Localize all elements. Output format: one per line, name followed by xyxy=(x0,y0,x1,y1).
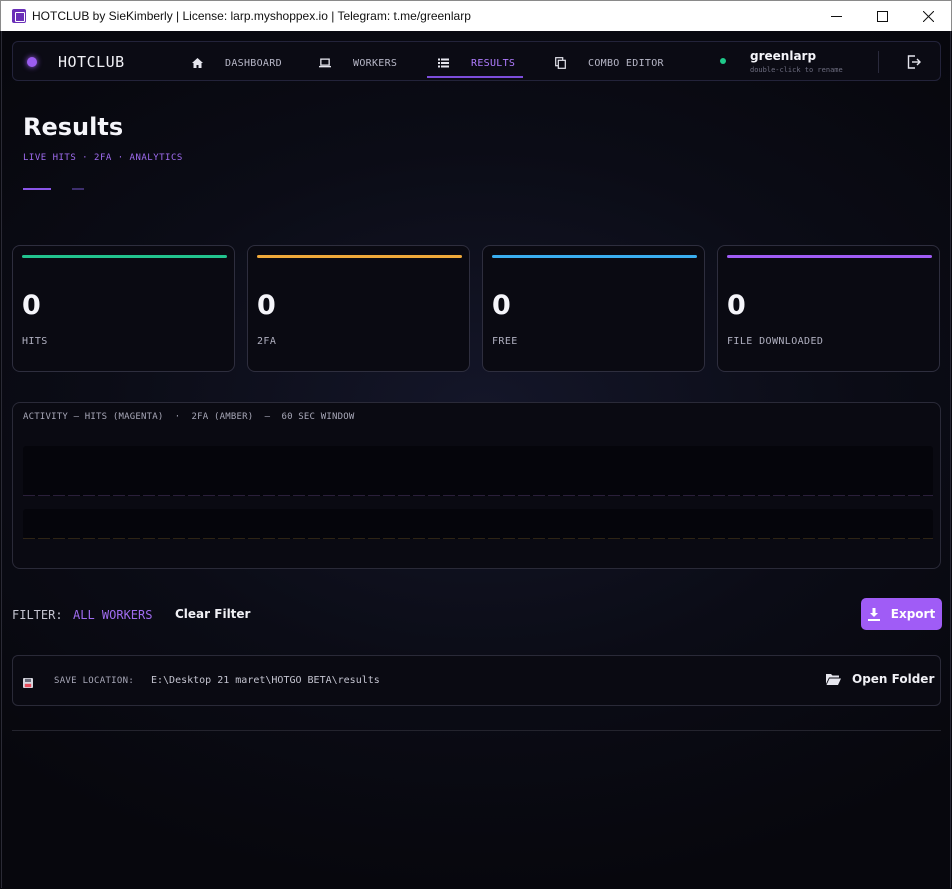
lane-ticks xyxy=(23,495,933,496)
stat-label: HITS xyxy=(22,336,48,347)
page-title: Results xyxy=(23,113,124,141)
activity-panel: ACTIVITY — HITS (MAGENTA) · 2FA (AMBER) … xyxy=(12,402,941,569)
export-button[interactable]: Export xyxy=(861,598,942,630)
save-location-panel: SAVE LOCATION: E:\Desktop 21 maret\HOTGO… xyxy=(12,655,941,706)
nav-item-combo-editor[interactable]: COMBO EDITOR xyxy=(554,50,664,76)
stat-value: 0 xyxy=(22,290,41,321)
open-folder-label: Open Folder xyxy=(852,672,935,686)
activity-lane-hits xyxy=(23,446,933,496)
stat-card-2fa: 0 2FA xyxy=(247,245,470,372)
stat-card-color-bar xyxy=(727,255,932,258)
logout-icon xyxy=(907,55,921,69)
brand-name: HOTCLUB xyxy=(58,53,125,71)
stat-value: 0 xyxy=(727,290,746,321)
list-icon xyxy=(437,57,449,69)
window-titlebar: HOTCLUB by SieKimberly | License: larp.m… xyxy=(0,0,952,31)
download-icon xyxy=(867,607,880,621)
maximize-icon xyxy=(876,10,888,22)
activity-label: ACTIVITY — HITS (MAGENTA) · 2FA (AMBER) … xyxy=(23,412,355,422)
minimize-icon xyxy=(830,15,842,17)
open-folder-button[interactable]: Open Folder xyxy=(826,672,934,686)
filter-label: FILTER: xyxy=(12,608,63,622)
stat-card-file-downloaded: 0 FILE DOWNLOADED xyxy=(717,245,940,372)
nav-label-results: RESULTS xyxy=(471,57,516,69)
app-icon xyxy=(12,9,26,23)
stat-card-hits: 0 HITS xyxy=(12,245,235,372)
activity-lane-2fa xyxy=(23,509,933,539)
stat-label: FREE xyxy=(492,336,518,347)
user-name[interactable]: greenlarp xyxy=(750,49,816,63)
nav-label-workers: WORKERS xyxy=(353,57,398,69)
save-location-path: E:\Desktop 21 maret\HOTGO BETA\results xyxy=(151,675,380,686)
nav-item-dashboard[interactable]: DASHBOARD xyxy=(191,50,282,76)
top-navbar: HOTCLUB DASHBOARD WORKERS RESULTS COMBO xyxy=(12,41,941,81)
laptop-icon xyxy=(319,57,331,69)
close-button[interactable] xyxy=(905,1,951,31)
filter-worker-select[interactable]: ALL WORKERS xyxy=(73,608,152,622)
save-location-label: SAVE LOCATION: xyxy=(54,676,135,686)
nav-item-workers[interactable]: WORKERS xyxy=(319,50,397,76)
nav-item-results[interactable]: RESULTS xyxy=(437,50,515,76)
export-button-label: Export xyxy=(890,607,936,621)
logout-button[interactable] xyxy=(907,54,923,70)
close-icon xyxy=(922,10,934,22)
app-body: HOTCLUB DASHBOARD WORKERS RESULTS COMBO xyxy=(1,31,951,888)
stat-card-color-bar xyxy=(492,255,697,258)
page-subtitle: LIVE HITS · 2FA · ANALYTICS xyxy=(23,153,183,163)
floppy-disk-icon xyxy=(23,673,33,688)
lane-ticks xyxy=(23,538,933,539)
clear-filter-button[interactable]: Clear Filter xyxy=(175,607,250,621)
active-tab-underline xyxy=(427,76,523,78)
user-rename-hint: double-click to rename xyxy=(750,66,843,74)
stat-card-color-bar xyxy=(257,255,462,258)
nav-label-combo-editor: COMBO EDITOR xyxy=(588,57,664,69)
stat-value: 0 xyxy=(257,290,276,321)
user-status-dot xyxy=(720,58,726,64)
brand-dot-icon xyxy=(27,57,37,67)
nav-separator xyxy=(878,51,879,73)
stat-label: 2FA xyxy=(257,336,277,347)
nav-label-dashboard: DASHBOARD xyxy=(225,57,282,69)
window-controls xyxy=(813,1,951,31)
copy-icon xyxy=(554,57,566,69)
header-accent-line xyxy=(23,188,51,190)
minimize-button[interactable] xyxy=(813,1,859,31)
home-icon xyxy=(191,57,203,69)
header-accent-dash xyxy=(72,188,84,190)
window-title: HOTCLUB by SieKimberly | License: larp.m… xyxy=(32,9,471,23)
stat-card-color-bar xyxy=(22,255,227,258)
stat-value: 0 xyxy=(492,290,511,321)
stat-card-free: 0 FREE xyxy=(482,245,705,372)
section-divider xyxy=(12,730,941,731)
folder-open-icon xyxy=(826,673,841,685)
maximize-button[interactable] xyxy=(859,1,905,31)
stat-label: FILE DOWNLOADED xyxy=(727,336,824,347)
